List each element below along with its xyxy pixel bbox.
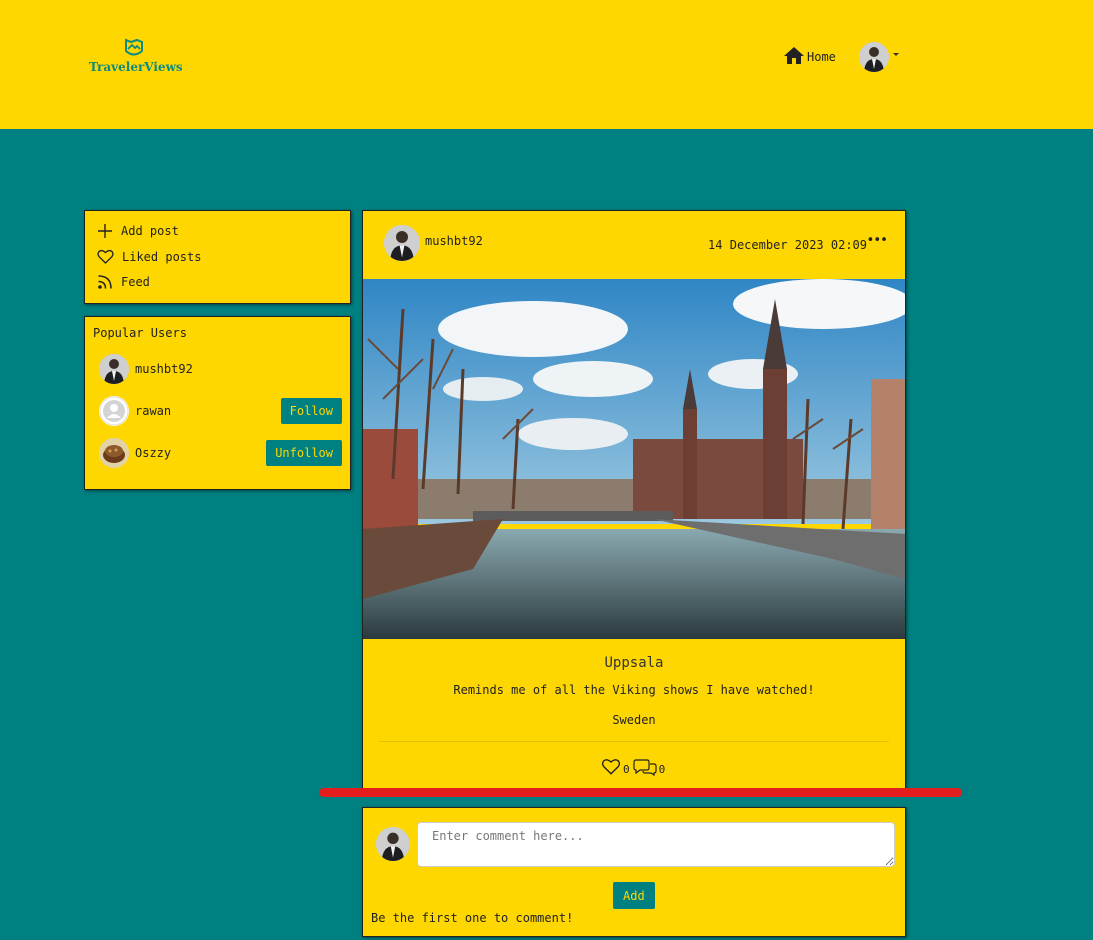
home-icon: [784, 47, 804, 64]
popular-users-panel: Popular Users mushbt92 rawan Follow Oszz…: [84, 316, 351, 490]
nav-home-link[interactable]: Home: [783, 46, 836, 65]
post-title: Uppsala: [604, 655, 664, 671]
comment-form: Add Be the first one to comment!: [362, 807, 906, 937]
comment-input[interactable]: [417, 822, 895, 867]
more-options-icon[interactable]: •••: [867, 233, 889, 248]
sidebar-item-label: Liked posts: [122, 250, 202, 264]
nav-user-avatar: [859, 42, 889, 72]
avatar[interactable]: [99, 354, 129, 384]
top-navbar: TravelerViews Home: [0, 0, 1093, 129]
sidebar-item-add-post[interactable]: Add post: [97, 223, 179, 239]
post-date: 14 December 2023 02:09: [708, 238, 867, 252]
brand-logo-link[interactable]: TravelerViews: [89, 38, 183, 74]
post-author-name: mushbt92: [425, 234, 483, 248]
nav-home-label: Home: [807, 50, 836, 64]
popular-user-row: Oszzy Unfollow: [99, 438, 342, 468]
popular-user-row: rawan Follow: [99, 396, 342, 426]
post-author[interactable]: mushbt92: [384, 225, 483, 261]
sidebar-item-feed[interactable]: Feed: [97, 274, 150, 290]
rss-icon: [98, 275, 112, 289]
comments-icon[interactable]: [633, 758, 657, 776]
annotation-red-line: [319, 788, 962, 797]
post-description: Reminds me of all the Viking shows I hav…: [453, 683, 815, 697]
author-avatar: [384, 225, 420, 261]
popular-users-title: Popular Users: [93, 326, 187, 340]
comments-count: 0: [658, 763, 666, 776]
unfollow-button[interactable]: Unfollow: [266, 440, 342, 466]
heart-icon: [97, 249, 114, 264]
post-stats: 0 0: [601, 758, 668, 776]
sidebar-item-label: Feed: [121, 275, 150, 289]
default-avatar[interactable]: [99, 396, 129, 426]
chevron-down-icon: [893, 52, 899, 56]
post-card: mushbt92 14 December 2023 02:09 ••• Upps…: [362, 210, 906, 792]
popular-user-name[interactable]: rawan: [135, 404, 171, 418]
sidebar-item-label: Add post: [121, 224, 179, 238]
avatar[interactable]: [99, 438, 129, 468]
follow-button[interactable]: Follow: [280, 398, 342, 424]
no-comments-message: Be the first one to comment!: [371, 911, 574, 925]
sidebar-menu: Add post Liked posts Feed: [84, 210, 351, 304]
popular-user-name[interactable]: mushbt92: [135, 362, 193, 376]
add-comment-button[interactable]: Add: [613, 882, 655, 909]
post-divider: [379, 741, 889, 742]
heart-icon[interactable]: [601, 758, 621, 776]
commenter-avatar: [376, 827, 410, 861]
post-location: Sweden: [612, 713, 656, 727]
brand-name: TravelerViews: [89, 60, 183, 74]
popular-user-name[interactable]: Oszzy: [135, 446, 171, 460]
likes-count: 0: [623, 763, 630, 776]
post-image: [363, 279, 905, 639]
sidebar-item-liked-posts[interactable]: Liked posts: [97, 249, 201, 265]
profile-dropdown-toggle[interactable]: [859, 42, 899, 72]
plus-icon: [98, 224, 112, 238]
popular-user-row: mushbt92: [99, 354, 342, 384]
map-shield-logo-icon: [125, 38, 143, 56]
